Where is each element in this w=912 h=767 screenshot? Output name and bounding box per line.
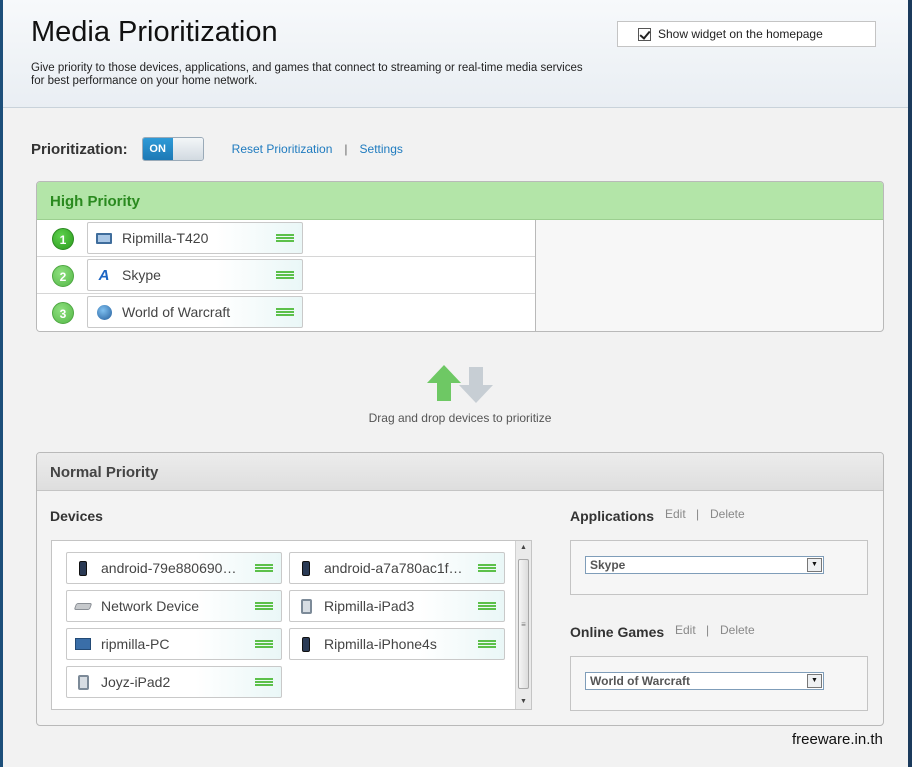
high-priority-row: 3 World of Warcraft — [37, 294, 535, 331]
phone-icon — [298, 636, 314, 652]
chevron-down-icon[interactable]: ▼ — [807, 674, 822, 688]
prioritization-label: Prioritization: — [31, 140, 128, 158]
device-label: android-a7a780ac1f… — [324, 560, 463, 576]
applications-delete-link[interactable]: Delete — [710, 507, 745, 521]
page-description: Give priority to those devices, applicat… — [31, 62, 583, 87]
phone-icon — [75, 560, 91, 576]
device-label: Ripmilla-iPad3 — [324, 598, 415, 614]
drag-handle-icon[interactable] — [276, 234, 294, 242]
devices-scrollbar[interactable]: ▲ ≡ ▼ — [515, 541, 531, 709]
scroll-thumb[interactable]: ≡ — [518, 559, 529, 689]
online-games-selected-value: World of Warcraft — [590, 674, 691, 688]
device-label: Ripmilla-iPhone4s — [324, 636, 437, 652]
arrow-down-icon — [459, 365, 493, 403]
applications-select[interactable]: Skype ▼ — [585, 556, 824, 574]
drag-handle-icon[interactable] — [478, 602, 496, 610]
drag-handle-icon[interactable] — [276, 308, 294, 316]
globe-icon — [96, 304, 112, 320]
drag-handle-icon[interactable] — [478, 564, 496, 572]
normal-priority-panel: Normal Priority Devices android-79e88069… — [36, 452, 884, 726]
drag-drop-text: Drag and drop devices to prioritize — [368, 411, 552, 425]
rank-badge: 3 — [52, 302, 74, 324]
tablet-icon — [75, 674, 91, 690]
drag-handle-icon[interactable] — [478, 640, 496, 648]
high-priority-panel: High Priority 1 Ripmilla-T420 2 A Skype — [36, 181, 884, 332]
toggle-knob — [172, 138, 203, 160]
online-games-edit-link[interactable]: Edit — [675, 623, 696, 637]
online-games-label: Online Games — [570, 624, 665, 640]
device-label: android-79e880690… — [101, 560, 237, 576]
drag-handle-icon[interactable] — [255, 564, 273, 572]
drag-handle-icon[interactable] — [255, 602, 273, 610]
high-priority-list: 1 Ripmilla-T420 2 A Skype 3 World of War… — [37, 220, 536, 331]
device-label: Joyz-iPad2 — [101, 674, 171, 690]
reset-prioritization-link[interactable]: Reset Prioritization — [232, 142, 333, 156]
online-games-box: World of Warcraft ▼ — [570, 656, 868, 711]
watermark-text: freeware.in.th — [792, 731, 883, 748]
normal-priority-title: Normal Priority — [37, 453, 883, 491]
device-item[interactable]: Joyz-iPad2 — [66, 666, 282, 698]
drag-drop-hint: Drag and drop devices to prioritize — [36, 365, 884, 425]
scroll-down-icon[interactable]: ▼ — [516, 695, 531, 709]
item-label: Skype — [122, 267, 161, 283]
device-item[interactable]: Ripmilla-iPad3 — [289, 590, 505, 622]
network-device-icon — [73, 598, 93, 614]
rank-badge: 2 — [52, 265, 74, 287]
arrow-up-icon — [427, 365, 461, 403]
item-label: Ripmilla-T420 — [122, 230, 209, 246]
high-priority-title: High Priority — [37, 182, 883, 220]
monitor-icon — [75, 636, 91, 652]
tablet-icon — [298, 598, 314, 614]
link-separator: | — [344, 142, 348, 156]
high-priority-item[interactable]: A Skype — [87, 259, 303, 291]
settings-link[interactable]: Settings — [360, 142, 403, 156]
applications-edit-link[interactable]: Edit — [665, 507, 686, 521]
applications-box: Skype ▼ — [570, 540, 868, 595]
media-prioritization-window: × Media Prioritization Give priority to … — [0, 0, 908, 767]
item-label: World of Warcraft — [122, 304, 231, 320]
prioritization-row: Prioritization: ON Reset Prioritization … — [31, 137, 403, 161]
high-priority-row: 2 A Skype — [37, 257, 535, 294]
show-widget-option[interactable]: Show widget on the homepage — [617, 21, 876, 47]
show-widget-label: Show widget on the homepage — [658, 27, 823, 41]
prioritization-toggle[interactable]: ON — [141, 137, 204, 161]
applications-selected-value: Skype — [590, 558, 626, 572]
online-games-separator: | — [706, 623, 710, 637]
high-priority-item[interactable]: World of Warcraft — [87, 296, 303, 328]
device-item[interactable]: android-79e880690… — [66, 552, 282, 584]
high-priority-row: 1 Ripmilla-T420 — [37, 220, 535, 257]
page-title: Media Prioritization — [31, 16, 278, 48]
reorder-arrows — [36, 365, 884, 403]
applications-separator: | — [696, 507, 700, 521]
drag-handle-icon[interactable] — [255, 640, 273, 648]
device-label: ripmilla-PC — [101, 636, 170, 652]
toggle-on-label: ON — [142, 138, 173, 160]
online-games-delete-link[interactable]: Delete — [720, 623, 755, 637]
drag-handle-icon[interactable] — [276, 271, 294, 279]
devices-label: Devices — [50, 508, 103, 524]
device-label: Network Device — [101, 598, 200, 614]
device-item[interactable]: ripmilla-PC — [66, 628, 282, 660]
device-item[interactable]: Network Device — [66, 590, 282, 622]
phone-icon — [298, 560, 314, 576]
online-games-select[interactable]: World of Warcraft ▼ — [585, 672, 824, 690]
skype-icon: A — [98, 266, 110, 284]
applications-label: Applications — [570, 508, 655, 524]
device-item[interactable]: Ripmilla-iPhone4s — [289, 628, 505, 660]
drag-handle-icon[interactable] — [255, 678, 273, 686]
scroll-up-icon[interactable]: ▲ — [516, 541, 531, 555]
laptop-icon — [96, 230, 112, 246]
page-header: Media Prioritization Give priority to th… — [3, 0, 908, 108]
high-priority-item[interactable]: Ripmilla-T420 — [87, 222, 303, 254]
devices-list: android-79e880690… android-a7a780ac1f… N… — [51, 540, 532, 710]
chevron-down-icon[interactable]: ▼ — [807, 558, 822, 572]
rank-badge: 1 — [52, 228, 74, 250]
device-item[interactable]: android-a7a780ac1f… — [289, 552, 505, 584]
show-widget-checkbox[interactable] — [638, 27, 651, 41]
